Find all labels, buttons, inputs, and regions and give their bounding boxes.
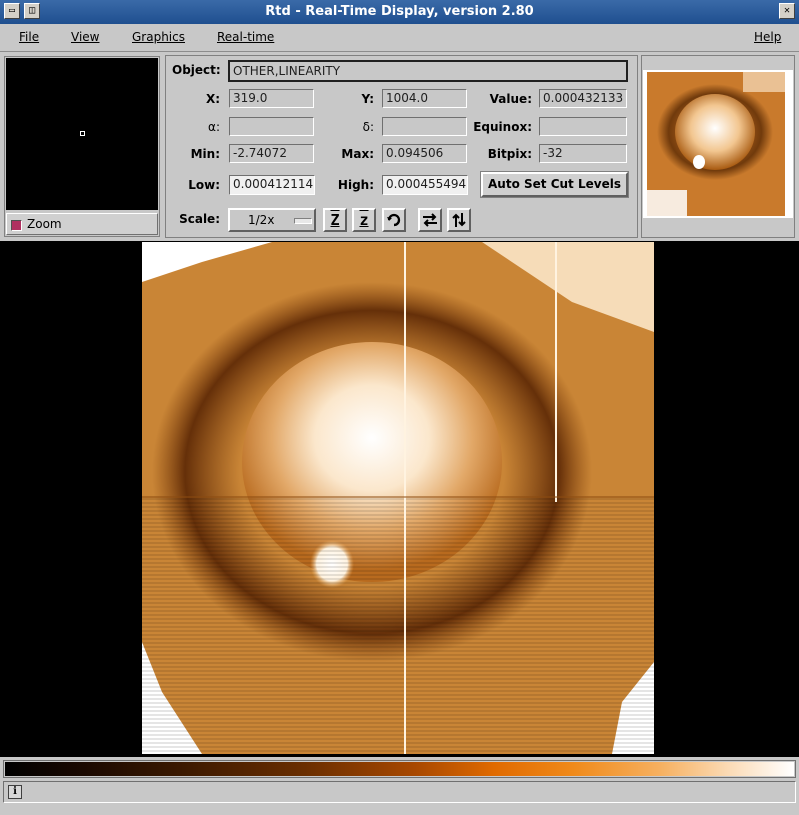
min-label: Min: [190, 147, 220, 161]
max-field: 0.094506 [382, 144, 467, 163]
bitpix-field: -32 [539, 144, 627, 163]
flip-x-button[interactable] [418, 208, 442, 232]
y-field: 1004.0 [382, 89, 467, 108]
x-field: 319.0 [229, 89, 314, 108]
zoom-label: Zoom [27, 217, 62, 231]
close-icon[interactable]: ✕ [779, 3, 795, 19]
rotate-button[interactable] [382, 208, 406, 232]
zoom-cursor-marker [80, 131, 85, 136]
menu-file[interactable]: File [19, 30, 39, 44]
scale-menu-indicator-icon [294, 218, 312, 224]
info-icon: i [8, 785, 22, 799]
delta-field [382, 117, 467, 136]
low-input[interactable]: 0.000412114 [229, 175, 315, 195]
value-label: Value: [489, 92, 532, 106]
flip-y-button[interactable] [447, 208, 471, 232]
high-label: High: [337, 178, 374, 192]
alpha-label: α: [208, 120, 220, 134]
pan-view-image[interactable] [643, 70, 793, 218]
flip-x-icon [423, 213, 437, 227]
flip-y-icon [452, 213, 466, 227]
bitpix-label: Bitpix: [487, 147, 532, 161]
window-title: Rtd - Real-Time Display, version 2.80 [265, 4, 534, 19]
zoom-out-button[interactable]: z [352, 208, 376, 232]
alpha-field [229, 117, 314, 136]
delta-label: δ: [362, 120, 374, 134]
max-label: Max: [341, 147, 374, 161]
rotate-icon [387, 213, 401, 227]
high-input[interactable]: 0.000455494 [382, 175, 468, 195]
menu-bar: File View Graphics Real-time Help [0, 24, 799, 52]
low-label: Low: [188, 178, 220, 192]
astronomical-image [142, 242, 654, 754]
object-field[interactable]: OTHER,LINEARITY [228, 60, 628, 82]
colorbar[interactable] [5, 762, 794, 776]
min-field: -2.74072 [229, 144, 314, 163]
object-label: Object: [172, 63, 221, 77]
y-label: Y: [361, 92, 374, 106]
zoom-checkbox[interactable] [11, 220, 22, 231]
zoom-in-button[interactable]: Z [323, 208, 347, 232]
menu-realtime[interactable]: Real-time [217, 30, 274, 44]
menu-graphics[interactable]: Graphics [132, 30, 185, 44]
value-field: 0.000432133 [539, 89, 627, 108]
scale-label: Scale: [179, 212, 220, 226]
pan-thumbnail [643, 70, 793, 218]
equinox-field [539, 117, 627, 136]
menu-help[interactable]: Help [754, 30, 781, 44]
menu-view[interactable]: View [71, 30, 99, 44]
equinox-label: Equinox: [473, 120, 532, 134]
main-image[interactable] [142, 242, 654, 754]
auto-set-cut-levels-button[interactable]: Auto Set Cut Levels [480, 171, 629, 198]
scale-value: 1/2x [248, 213, 275, 227]
title-bar[interactable]: ▭ ◫ Rtd - Real-Time Display, version 2.8… [0, 0, 799, 24]
x-label: X: [205, 92, 220, 106]
status-bar [3, 781, 796, 803]
